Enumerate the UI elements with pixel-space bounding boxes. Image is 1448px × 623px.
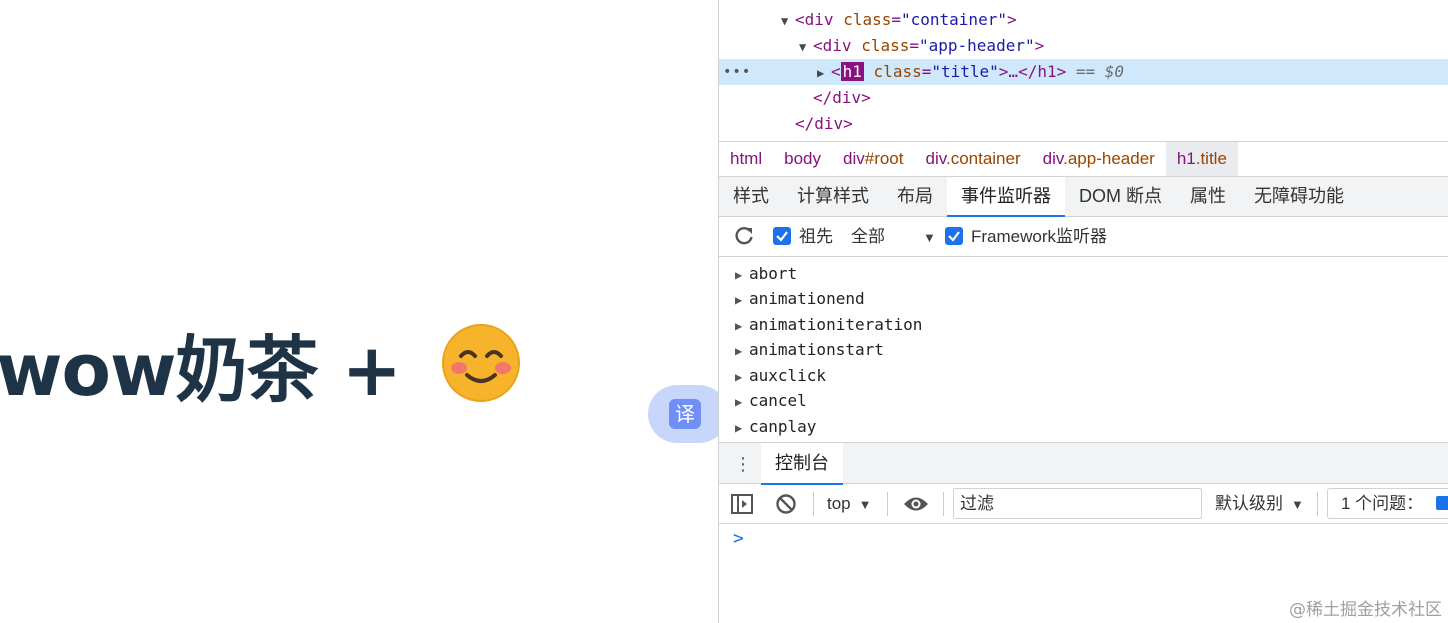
more-options-icon[interactable]: ••• xyxy=(723,59,751,85)
dom-node-close-container[interactable]: </div> xyxy=(719,111,1448,137)
console-prompt[interactable]: > xyxy=(733,528,744,549)
log-level-select[interactable]: 默认级别 ▼ xyxy=(1215,492,1304,516)
breadcrumb: html body div#root div.container div.app… xyxy=(719,141,1448,177)
web-page-viewport: wow奶茶 + 译 xyxy=(0,0,718,623)
drawer-tab-bar: ⋮ 控制台 xyxy=(719,442,1448,485)
sidebar-toggle-icon[interactable] xyxy=(731,494,753,519)
tag-name: div xyxy=(804,10,834,29)
collapsed-triangle-icon: ▶ xyxy=(735,421,743,435)
heading-text: wow奶茶 + xyxy=(0,327,402,412)
expanded-triangle-icon[interactable]: ▼ xyxy=(799,34,813,60)
translate-floating-button[interactable]: 译 xyxy=(648,385,718,443)
expanded-triangle-icon[interactable]: ▼ xyxy=(781,8,795,34)
dom-node-h1-selected[interactable]: ••• ▶ < h1 class="title">…</h1> == $0 xyxy=(719,59,1448,85)
filter-input[interactable] xyxy=(953,488,1202,519)
breadcrumb-item-root[interactable]: div#root xyxy=(832,142,914,176)
framework-listeners-checkbox[interactable] xyxy=(945,227,963,245)
selected-ref: == $0 xyxy=(1075,62,1125,81)
breadcrumb-item-container[interactable]: div.container xyxy=(914,142,1031,176)
collapsed-triangle-icon: ▶ xyxy=(735,293,743,307)
tag-name: h1 xyxy=(840,62,864,81)
tag-name: div xyxy=(822,36,852,55)
refresh-icon[interactable] xyxy=(733,225,755,247)
list-item[interactable]: ▶ auxclick xyxy=(735,363,826,388)
breadcrumb-item-app-header[interactable]: div.app-header xyxy=(1032,142,1166,176)
event-listeners-toolbar: 祖先 全部 ▼ Framework监听器 xyxy=(719,217,1448,257)
watermark: @稀土掘金技术社区 xyxy=(1289,600,1442,620)
eye-icon[interactable] xyxy=(903,494,929,519)
tag-close: > xyxy=(1006,10,1017,29)
attr-name: class xyxy=(861,36,910,55)
tab-dom-breakpoints[interactable]: DOM 断点 xyxy=(1065,177,1176,216)
ancestors-label: 祖先 xyxy=(799,227,833,246)
list-item[interactable]: ▶ animationstart xyxy=(735,337,884,362)
tab-styles[interactable]: 样式 xyxy=(719,177,783,216)
tag-open: < xyxy=(831,62,841,81)
tag-open: < xyxy=(813,36,823,55)
breadcrumb-item-html[interactable]: html xyxy=(719,142,773,176)
framework-listeners-label: Framework监听器 xyxy=(971,227,1108,246)
tag-close: >…</h1> xyxy=(998,62,1067,81)
sidebar-tabs: 样式 计算样式 布局 事件监听器 DOM 断点 属性 无障碍功能 xyxy=(719,177,1448,217)
collapsed-triangle-icon: ▶ xyxy=(735,370,743,384)
console-toolbar: top▼ 默认级别▼ 1 个问题： xyxy=(719,484,1448,524)
event-listener-list: ▶ abort ▶ animationend ▶ animationiteration… xyxy=(719,260,1448,442)
clear-console-icon[interactable] xyxy=(775,493,797,520)
breadcrumb-item-h1-title[interactable]: h1.title xyxy=(1165,142,1238,176)
dropdown-arrow-icon: ▼ xyxy=(858,497,872,512)
list-item[interactable]: ▶ animationiteration xyxy=(735,312,922,337)
list-item[interactable]: ▶ cancel xyxy=(735,388,807,413)
tab-event-listeners[interactable]: 事件监听器 xyxy=(947,177,1065,217)
closing-tag: </div> xyxy=(795,114,853,133)
tag-open: < xyxy=(795,10,805,29)
breadcrumb-item-body[interactable]: body xyxy=(773,142,832,176)
list-item[interactable]: ▶ abort xyxy=(735,261,797,286)
dom-node-app-header[interactable]: ▼ <div class="app-header"> xyxy=(719,33,1448,59)
list-item[interactable]: ▶ canplay xyxy=(735,414,816,439)
dropdown-arrow-icon: ▼ xyxy=(1291,497,1304,512)
tag-close: > xyxy=(1034,36,1045,55)
collapsed-triangle-icon[interactable]: ▶ xyxy=(817,60,831,86)
smiling-face-icon xyxy=(441,323,521,403)
collapsed-triangle-icon: ▶ xyxy=(735,344,743,358)
collapsed-triangle-icon: ▶ xyxy=(735,268,743,282)
list-item[interactable]: ▶ animationend xyxy=(735,286,865,311)
dom-node-close-app-header[interactable]: </div> xyxy=(719,85,1448,111)
tab-properties[interactable]: 属性 xyxy=(1176,177,1240,216)
ancestors-checkbox[interactable] xyxy=(773,227,791,245)
scope-select[interactable]: 全部 ▼ xyxy=(851,225,936,249)
attr-value: "container" xyxy=(901,10,1007,29)
tab-layout[interactable]: 布局 xyxy=(883,177,947,216)
attr-name: class xyxy=(873,62,922,81)
attr-value: "title" xyxy=(931,62,999,81)
kebab-menu-icon[interactable]: ⋮ xyxy=(733,452,753,476)
closing-tag: </div> xyxy=(813,88,871,107)
tab-console[interactable]: 控制台 xyxy=(761,443,843,485)
issue-flag-icon xyxy=(1436,496,1448,510)
tab-accessibility[interactable]: 无障碍功能 xyxy=(1240,177,1358,216)
tab-computed[interactable]: 计算样式 xyxy=(783,177,883,216)
dom-node-container[interactable]: ▼ <div class="container"> xyxy=(719,7,1448,33)
collapsed-triangle-icon: ▶ xyxy=(735,319,743,333)
attr-name: class xyxy=(843,10,892,29)
issues-button[interactable]: 1 个问题： xyxy=(1327,488,1448,519)
context-select[interactable]: top ▼ xyxy=(827,492,872,516)
translate-icon: 译 xyxy=(669,399,701,429)
elements-tree: ▼ <div class="container"> ▼ <div class="ap… xyxy=(719,0,1448,141)
attr-value: "app-header" xyxy=(919,36,1035,55)
dropdown-arrow-icon: ▼ xyxy=(923,230,936,245)
collapsed-triangle-icon: ▶ xyxy=(735,395,743,409)
page-heading: wow奶茶 + xyxy=(0,318,521,412)
devtools-panel: ▼ <div class="container"> ▼ <div class="ap… xyxy=(718,0,1448,623)
